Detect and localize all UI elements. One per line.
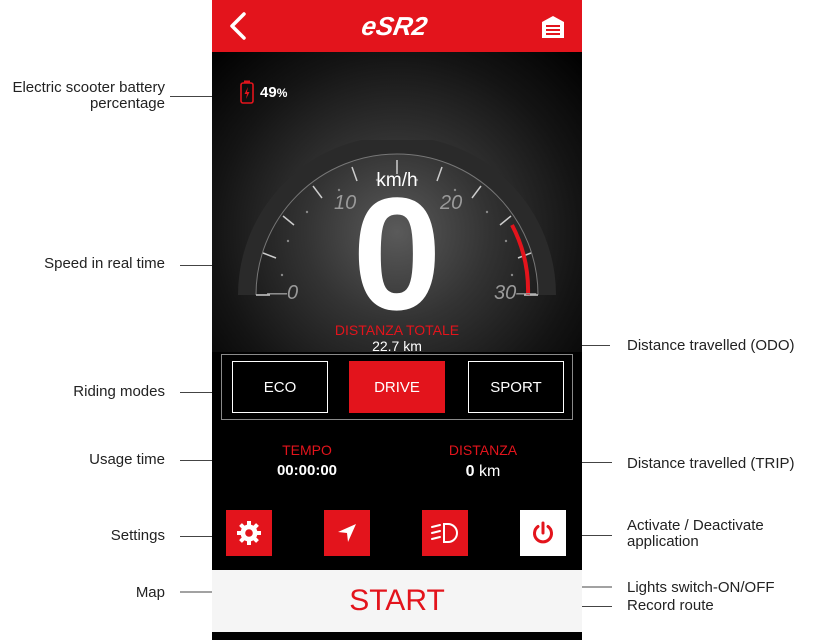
start-button[interactable]: START (212, 570, 582, 632)
usage-time-label: TEMPO (282, 442, 332, 458)
callout-power: Activate / Deactivate application (627, 517, 764, 550)
gear-icon (237, 521, 261, 545)
top-bar: eSR2 (212, 0, 582, 52)
mode-drive-button[interactable]: DRIVE (349, 361, 445, 413)
callout-riding-modes: Riding modes (73, 383, 165, 400)
list-menu-icon[interactable] (540, 14, 566, 40)
callout-settings-label: Settings (110, 527, 165, 544)
speed-value: 0 (352, 164, 442, 343)
trip-label: DISTANZA (448, 442, 518, 458)
callout-lights: Lights switch-ON/OFF (627, 579, 775, 596)
mode-eco-button[interactable]: ECO (232, 361, 328, 413)
callout-trip: Distance travelled (TRIP) (627, 455, 795, 472)
riding-modes: ECO DRIVE SPORT (221, 354, 573, 420)
callout-record: Record route (627, 597, 714, 614)
battery-icon (240, 80, 254, 104)
callout-odo: Distance travelled (ODO) (627, 337, 795, 354)
usage-time-value: 00:00:00 (276, 462, 338, 479)
svg-text:eSR2: eSR2 (359, 12, 430, 40)
phone-screen: eSR2 49% —0 10 20 30— km/h 0 DISTANZA TO… (212, 0, 582, 640)
lights-button[interactable] (422, 510, 468, 556)
callout-battery: Electric scooter battery percentage (12, 79, 165, 112)
callout-map: Map (135, 584, 165, 601)
battery-percentage: 49% (260, 83, 288, 101)
esr2-logo: eSR2 (359, 12, 430, 40)
odometer-label: DISTANZA TOTALE (334, 322, 460, 338)
settings-button[interactable] (226, 510, 272, 556)
map-button[interactable] (324, 510, 370, 556)
trip-value: 0 km (465, 463, 501, 480)
headlight-icon (431, 523, 458, 543)
mode-sport-button[interactable]: SPORT (468, 361, 564, 413)
chevron-left-icon[interactable] (224, 10, 256, 42)
callout-speed: Speed in real time (44, 255, 165, 272)
power-icon (533, 521, 553, 544)
odometer-value: 22.7 km (372, 338, 422, 354)
battery-indicator: 49% (240, 80, 287, 104)
callout-usage-time: Usage time (89, 451, 165, 468)
power-button[interactable] (520, 510, 566, 556)
navigation-arrow-icon (338, 524, 356, 542)
